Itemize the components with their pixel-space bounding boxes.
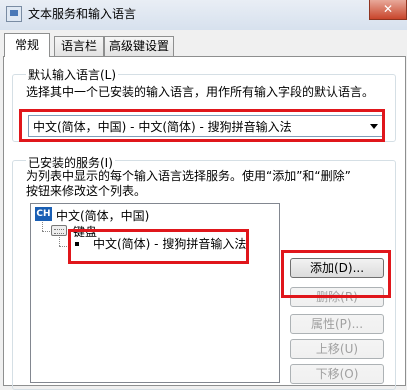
properties-button[interactable]: 属性(P)... [290, 314, 384, 334]
tree-item-language[interactable]: 中文(简体，中国) [56, 207, 149, 224]
ch-language-icon: CH [35, 207, 52, 221]
installed-services-description-line1: 为列表中显示的每个输入语言选择服务。使用“添加”和“删除” [26, 169, 351, 183]
highlight-box-default-language [19, 109, 385, 142]
default-language-description: 选择其中一个已安装的输入语言，用作所有输入字段的默认语言。 [26, 85, 375, 99]
close-button[interactable]: ✕ [369, 0, 407, 20]
default-language-label: 默认输入语言(L) [26, 66, 119, 83]
settings-window-icon [6, 6, 22, 22]
tab-advanced-key-settings[interactable]: 高级键设置 [104, 36, 174, 56]
tab-general[interactable]: 常规 [4, 33, 50, 57]
tab-language-bar[interactable]: 语言栏 [54, 36, 104, 56]
installed-services-description-line2: 按钮来修改这个列表。 [26, 184, 147, 198]
tree-connector [59, 237, 60, 246]
window-title: 文本服务和输入语言 [28, 7, 137, 21]
tree-connector [42, 231, 50, 232]
title-bar: 文本服务和输入语言 ✕ [0, 0, 407, 30]
move-down-button[interactable]: 下移(O) [290, 364, 384, 384]
move-up-button[interactable]: 上移(U) [290, 339, 384, 359]
tree-connector [42, 222, 43, 231]
highlight-box-buttons [281, 250, 391, 298]
highlight-box-service [68, 229, 249, 264]
keyboard-icon [51, 225, 67, 236]
